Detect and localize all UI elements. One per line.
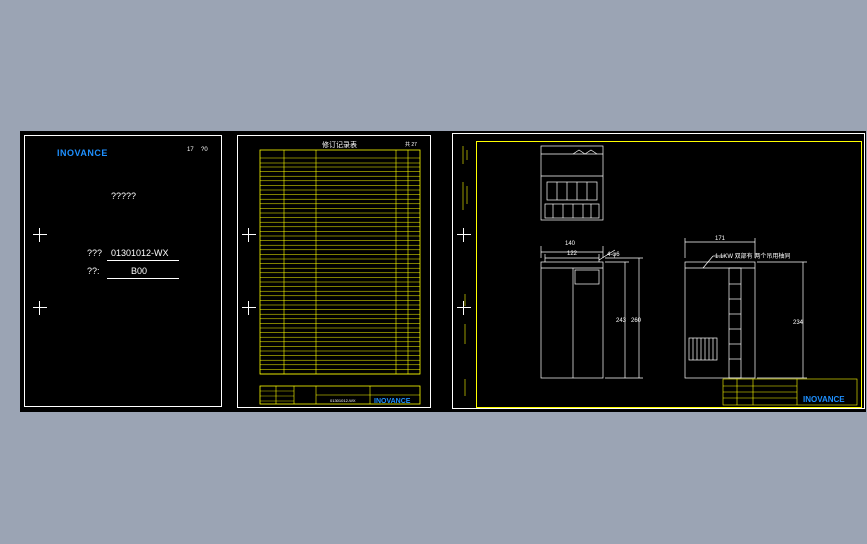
dimension-drawing: 140 122 4-φ6 243 260 171 1.1KW 双部有 两个吊用柚… (462, 145, 858, 406)
revision-sheet: 修订记录表 共 27 01301012-WX INOVANCE (237, 135, 431, 408)
drawing-note: 1.1KW 双部有 两个吊用柚同 (715, 252, 790, 260)
inovance-logo: INOVANCE (374, 398, 411, 405)
version-label: ??: (87, 266, 100, 276)
crosshair-icon (33, 228, 47, 242)
dimension-label: 122 (567, 251, 578, 257)
dimension-label: 171 (715, 236, 726, 242)
dimension-label: 260 (631, 318, 642, 324)
revision-title: 修订记录表 (322, 140, 357, 149)
crosshair-icon (242, 228, 256, 242)
version-value: B00 (131, 266, 148, 276)
hole-label: 4-φ6 (607, 252, 620, 258)
drawing-sheet: 140 122 4-φ6 243 260 171 1.1KW 双部有 两个吊用柚… (452, 133, 865, 409)
underline (107, 278, 179, 279)
sheet-corner-label: 共 27 (405, 141, 417, 148)
inovance-logo: INOVANCE (57, 148, 108, 158)
footer-code: 01301012-WX (330, 398, 356, 403)
crosshair-icon (457, 301, 471, 315)
doc-number-value: 01301012-WX (111, 248, 169, 258)
cover-sheet: INOVANCE 17 ?0 ????? ??? 01301012-WX ??:… (24, 135, 222, 407)
dimension-label: 234 (793, 320, 804, 326)
crosshair-icon (457, 228, 471, 242)
revision-table: 修订记录表 共 27 01301012-WX INOVANCE (259, 140, 421, 405)
crosshair-icon (33, 301, 47, 315)
inovance-logo: INOVANCE (803, 395, 845, 404)
dimension-label: 243 (616, 318, 627, 324)
underline (107, 260, 179, 261)
sheet-corner-label: 17 (187, 147, 194, 153)
sheet-corner-label: ?0 (201, 147, 208, 153)
dimension-label: 140 (565, 241, 576, 247)
cad-viewport[interactable]: INOVANCE 17 ?0 ????? ??? 01301012-WX ??:… (20, 131, 866, 412)
doc-number-label: ??? (87, 248, 103, 258)
cover-title: ????? (111, 191, 137, 201)
crosshair-icon (242, 301, 256, 315)
